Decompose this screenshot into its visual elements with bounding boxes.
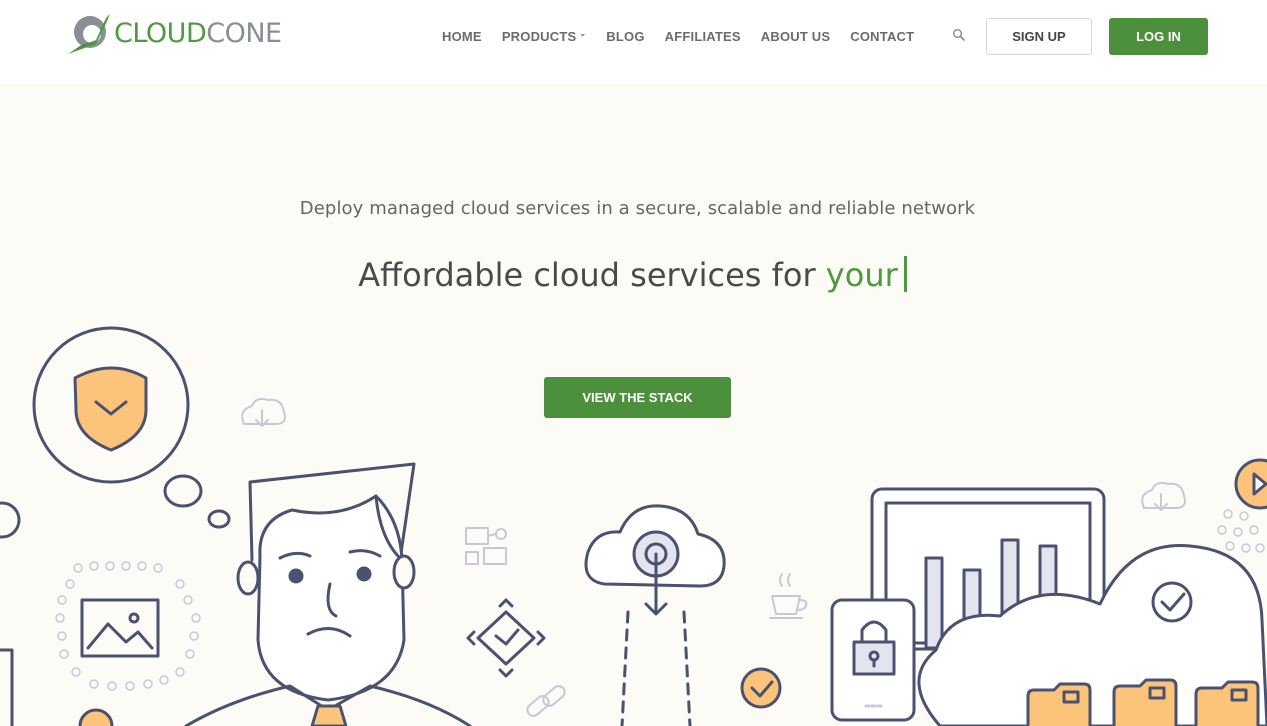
nav-blog-link[interactable]: BLOG bbox=[606, 29, 644, 44]
hero-subtitle: Deploy managed cloud services in a secur… bbox=[299, 198, 976, 219]
nav-blog-label: BLOG bbox=[606, 28, 645, 44]
cloudcone-logo-icon bbox=[68, 14, 110, 54]
check-circle-icon bbox=[740, 667, 782, 709]
play-button-icon bbox=[1234, 458, 1267, 510]
diamond-check-icon bbox=[466, 598, 546, 678]
cloud-download-icon bbox=[1141, 481, 1186, 511]
hero-title-static: Affordable cloud services for bbox=[358, 256, 816, 294]
search-icon[interactable] bbox=[952, 28, 966, 42]
sign-up-button[interactable]: SIGN UP bbox=[986, 18, 1092, 55]
nav-affiliates-link[interactable]: AFFILIATES bbox=[665, 29, 741, 44]
nav-about-label: ABOUT US bbox=[760, 28, 831, 44]
businessman-illustration bbox=[184, 462, 472, 726]
image-frame-icon bbox=[55, 561, 201, 691]
nav-contact-label: CONTACT bbox=[850, 28, 915, 44]
folder-icon bbox=[1194, 680, 1260, 726]
brand-name-part1: CLOUD bbox=[114, 17, 207, 49]
typing-cursor bbox=[903, 256, 907, 292]
folder-icon bbox=[1112, 678, 1178, 726]
nav-products-label: PRODUCTS bbox=[501, 28, 577, 44]
cloud-download-icon bbox=[241, 397, 286, 427]
folder-icon bbox=[1026, 682, 1092, 726]
cloud-upload-icon bbox=[584, 504, 726, 726]
brand-logo[interactable]: CLOUDCONE bbox=[66, 10, 282, 56]
nav-about-link[interactable]: ABOUT US bbox=[761, 29, 831, 44]
nav-home-label: HOME bbox=[442, 28, 482, 44]
hero-title-typed-word: your bbox=[825, 256, 898, 294]
main-nav: HOME PRODUCTS ⌄ BLOG AFFILIATES ABOUT US … bbox=[432, 27, 924, 45]
site-header: CLOUDCONE HOME PRODUCTS ⌄ BLOG AFFILIATES… bbox=[0, 0, 1267, 84]
brand-wordmark: CLOUDCONE bbox=[114, 20, 282, 47]
log-in-button[interactable]: LOG IN bbox=[1109, 18, 1208, 55]
brand-name-part2: CONE bbox=[206, 17, 282, 49]
flowchart-icon bbox=[465, 527, 507, 565]
chain-link-icon bbox=[526, 685, 566, 717]
phone-lock-illustration bbox=[830, 598, 916, 722]
dotted-decoration-icon bbox=[1217, 509, 1265, 553]
nav-affiliates-label: AFFILIATES bbox=[664, 28, 741, 44]
nav-products-link[interactable]: PRODUCTS ⌄ bbox=[502, 29, 586, 44]
view-the-stack-button[interactable]: VIEW THE STACK bbox=[544, 377, 731, 418]
nav-contact-link[interactable]: CONTACT bbox=[850, 29, 914, 44]
nav-home-link[interactable]: HOME bbox=[442, 29, 482, 44]
thought-bubble-shield-icon bbox=[0, 326, 231, 539]
hero-title: Affordable cloud services for your bbox=[0, 256, 1265, 294]
chevron-down-icon: ⌄ bbox=[579, 28, 587, 38]
coffee-cup-icon bbox=[769, 573, 808, 619]
